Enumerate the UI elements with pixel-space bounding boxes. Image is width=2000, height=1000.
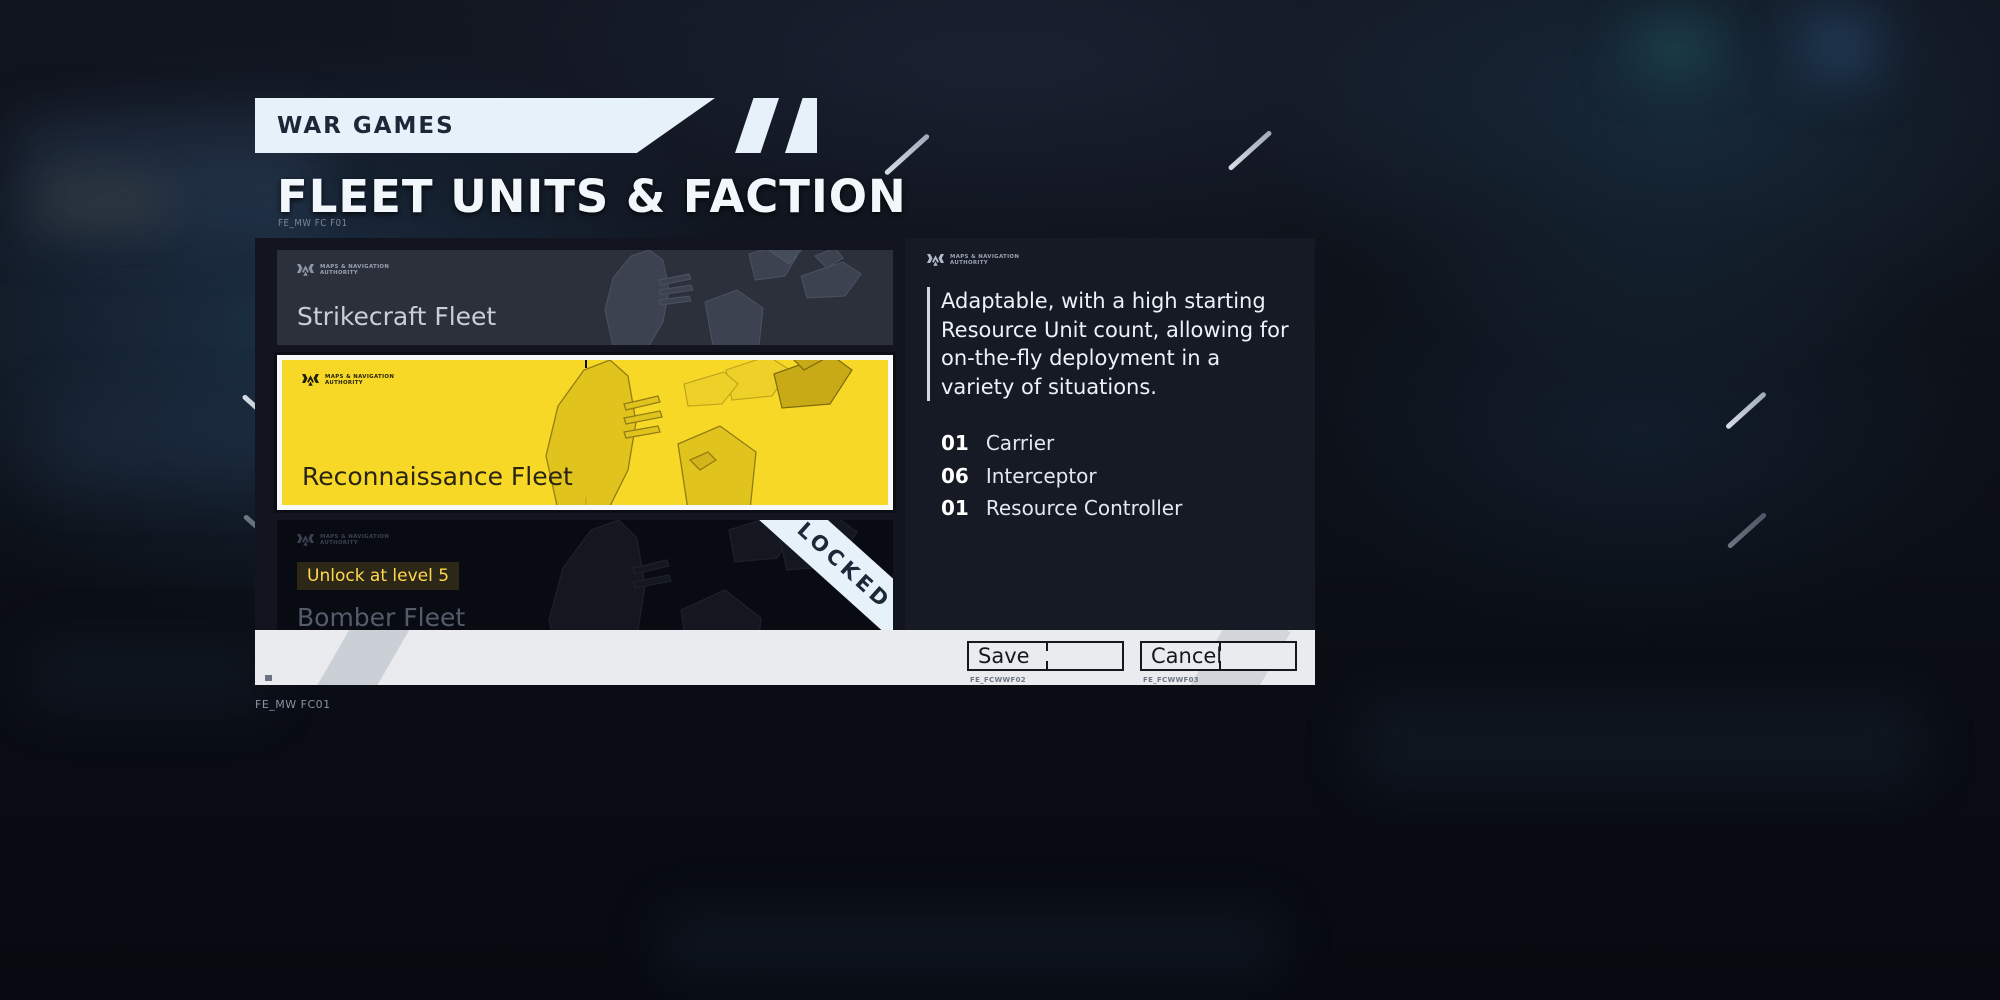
locked-ribbon: LOCKED LOCKED <box>649 520 893 636</box>
cancel-button-code: FE_FCWWF03 <box>1143 676 1199 684</box>
brand-logo-text: MAPS & NAVIGATION AUTHORITY <box>950 254 1019 267</box>
selection-nub <box>585 497 587 505</box>
decor-tick-icon <box>1726 511 1768 550</box>
bg-blur-shape <box>1800 10 1880 80</box>
fleet-card-reconnaissance[interactable]: MAPS & NAVIGATION AUTHORITY Reconnaissan… <box>274 352 896 513</box>
unit-name: Resource Controller <box>985 496 1183 521</box>
fleet-card-name: Reconnaissance Fleet <box>302 462 573 491</box>
footer-stripe-decor <box>308 630 410 685</box>
brand-line-2: AUTHORITY <box>320 269 359 276</box>
description-block: Adaptable, with a high starting Resource… <box>927 287 1293 402</box>
unit-name: Interceptor <box>985 463 1097 488</box>
unit-row: 01 Resource Controller <box>941 492 1293 525</box>
save-button-code: FE_FCWWF02 <box>970 676 1026 684</box>
banner: WAR GAMES <box>255 98 715 153</box>
banner-label: WAR GAMES <box>277 112 455 139</box>
brand-logo-text: MAPS & NAVIGATION AUTHORITY <box>325 374 394 387</box>
bg-blur-shape <box>660 910 1280 980</box>
page-title-code: FE_MW FC F01 <box>278 218 348 229</box>
save-button-label: Save <box>978 644 1030 668</box>
banner-stripe-decor <box>735 98 779 153</box>
button-nub <box>1218 661 1221 670</box>
locked-ribbon-text: LOCKED <box>792 520 893 615</box>
unit-count: 01 <box>941 431 969 456</box>
decor-tick-icon <box>1725 391 1767 430</box>
button-nub <box>1218 642 1221 651</box>
bg-blur-shape <box>30 640 270 710</box>
dialog-footer: Save FE_FCWWF02 Cancel FE_FCWWF03 <box>255 630 1315 685</box>
footer-dot-decor <box>265 675 272 681</box>
cancel-button[interactable]: Cancel FE_FCWWF03 <box>1140 641 1297 684</box>
fleet-description: Adaptable, with a high starting Resource… <box>941 289 1289 399</box>
fleet-card-strikecraft[interactable]: MAPS & NAVIGATION AUTHORITY Strikecraft … <box>277 250 893 345</box>
brand-line-2: AUTHORITY <box>325 379 364 386</box>
footer-actions: Save FE_FCWWF02 Cancel FE_FCWWF03 <box>967 641 1297 684</box>
brand-logo: MAPS & NAVIGATION AUTHORITY <box>302 374 394 387</box>
bg-blur-shape <box>40 190 160 214</box>
save-button[interactable]: Save FE_FCWWF02 <box>967 641 1124 684</box>
brand-line-2: AUTHORITY <box>320 539 359 546</box>
brand-logo: MAPS & NAVIGATION AUTHORITY <box>927 254 1293 267</box>
authority-mark-icon <box>297 264 314 276</box>
authority-mark-icon <box>927 254 944 266</box>
fleet-details-panel: MAPS & NAVIGATION AUTHORITY Adaptable, w… <box>905 238 1315 636</box>
brand-logo: MAPS & NAVIGATION AUTHORITY <box>297 264 389 277</box>
unit-row: 01 Carrier <box>941 427 1293 460</box>
brand-logo-text: MAPS & NAVIGATION AUTHORITY <box>320 264 389 277</box>
unit-count: 01 <box>941 496 969 521</box>
authority-mark-icon <box>302 374 319 386</box>
ship-silhouette-art <box>604 250 862 345</box>
bg-blur-shape <box>1630 20 1720 75</box>
unlock-badge: Unlock at level 5 <box>297 562 460 590</box>
unit-name: Carrier <box>985 431 1055 456</box>
cancel-button-label: Cancel <box>1151 644 1223 668</box>
unit-list: 01 Carrier 06 Interceptor 01 Resource Co… <box>927 427 1293 525</box>
fleet-card-bomber[interactable]: LOCKED LOCKED MAPS & NAVIGATION AUTHORIT… <box>277 520 893 636</box>
unit-row: 06 Interceptor <box>941 460 1293 493</box>
fleet-card-list: MAPS & NAVIGATION AUTHORITY Strikecraft … <box>255 238 905 636</box>
fleet-card-name: Strikecraft Fleet <box>297 302 497 331</box>
dialog-body: MAPS & NAVIGATION AUTHORITY Strikecraft … <box>255 238 1315 636</box>
unit-count: 06 <box>941 463 969 488</box>
fleet-card-name: Bomber Fleet <box>297 603 466 632</box>
war-games-dialog: WAR GAMES FLEET UNITS & FACTION FE_MW FC… <box>255 98 1315 711</box>
accent-bar <box>927 287 930 402</box>
brand-logo: MAPS & NAVIGATION AUTHORITY <box>297 534 389 547</box>
selection-nub <box>585 360 587 368</box>
banner-stripe-decor <box>785 98 817 153</box>
button-nub <box>1045 661 1048 670</box>
authority-mark-icon <box>297 534 314 546</box>
brand-logo-text: MAPS & NAVIGATION AUTHORITY <box>320 534 389 547</box>
button-nub <box>1045 642 1048 651</box>
bg-blur-shape <box>1360 700 1920 790</box>
brand-line-2: AUTHORITY <box>950 259 989 266</box>
screen-code: FE_MW FC01 <box>255 698 331 711</box>
page-title: FLEET UNITS & FACTION <box>277 170 907 223</box>
